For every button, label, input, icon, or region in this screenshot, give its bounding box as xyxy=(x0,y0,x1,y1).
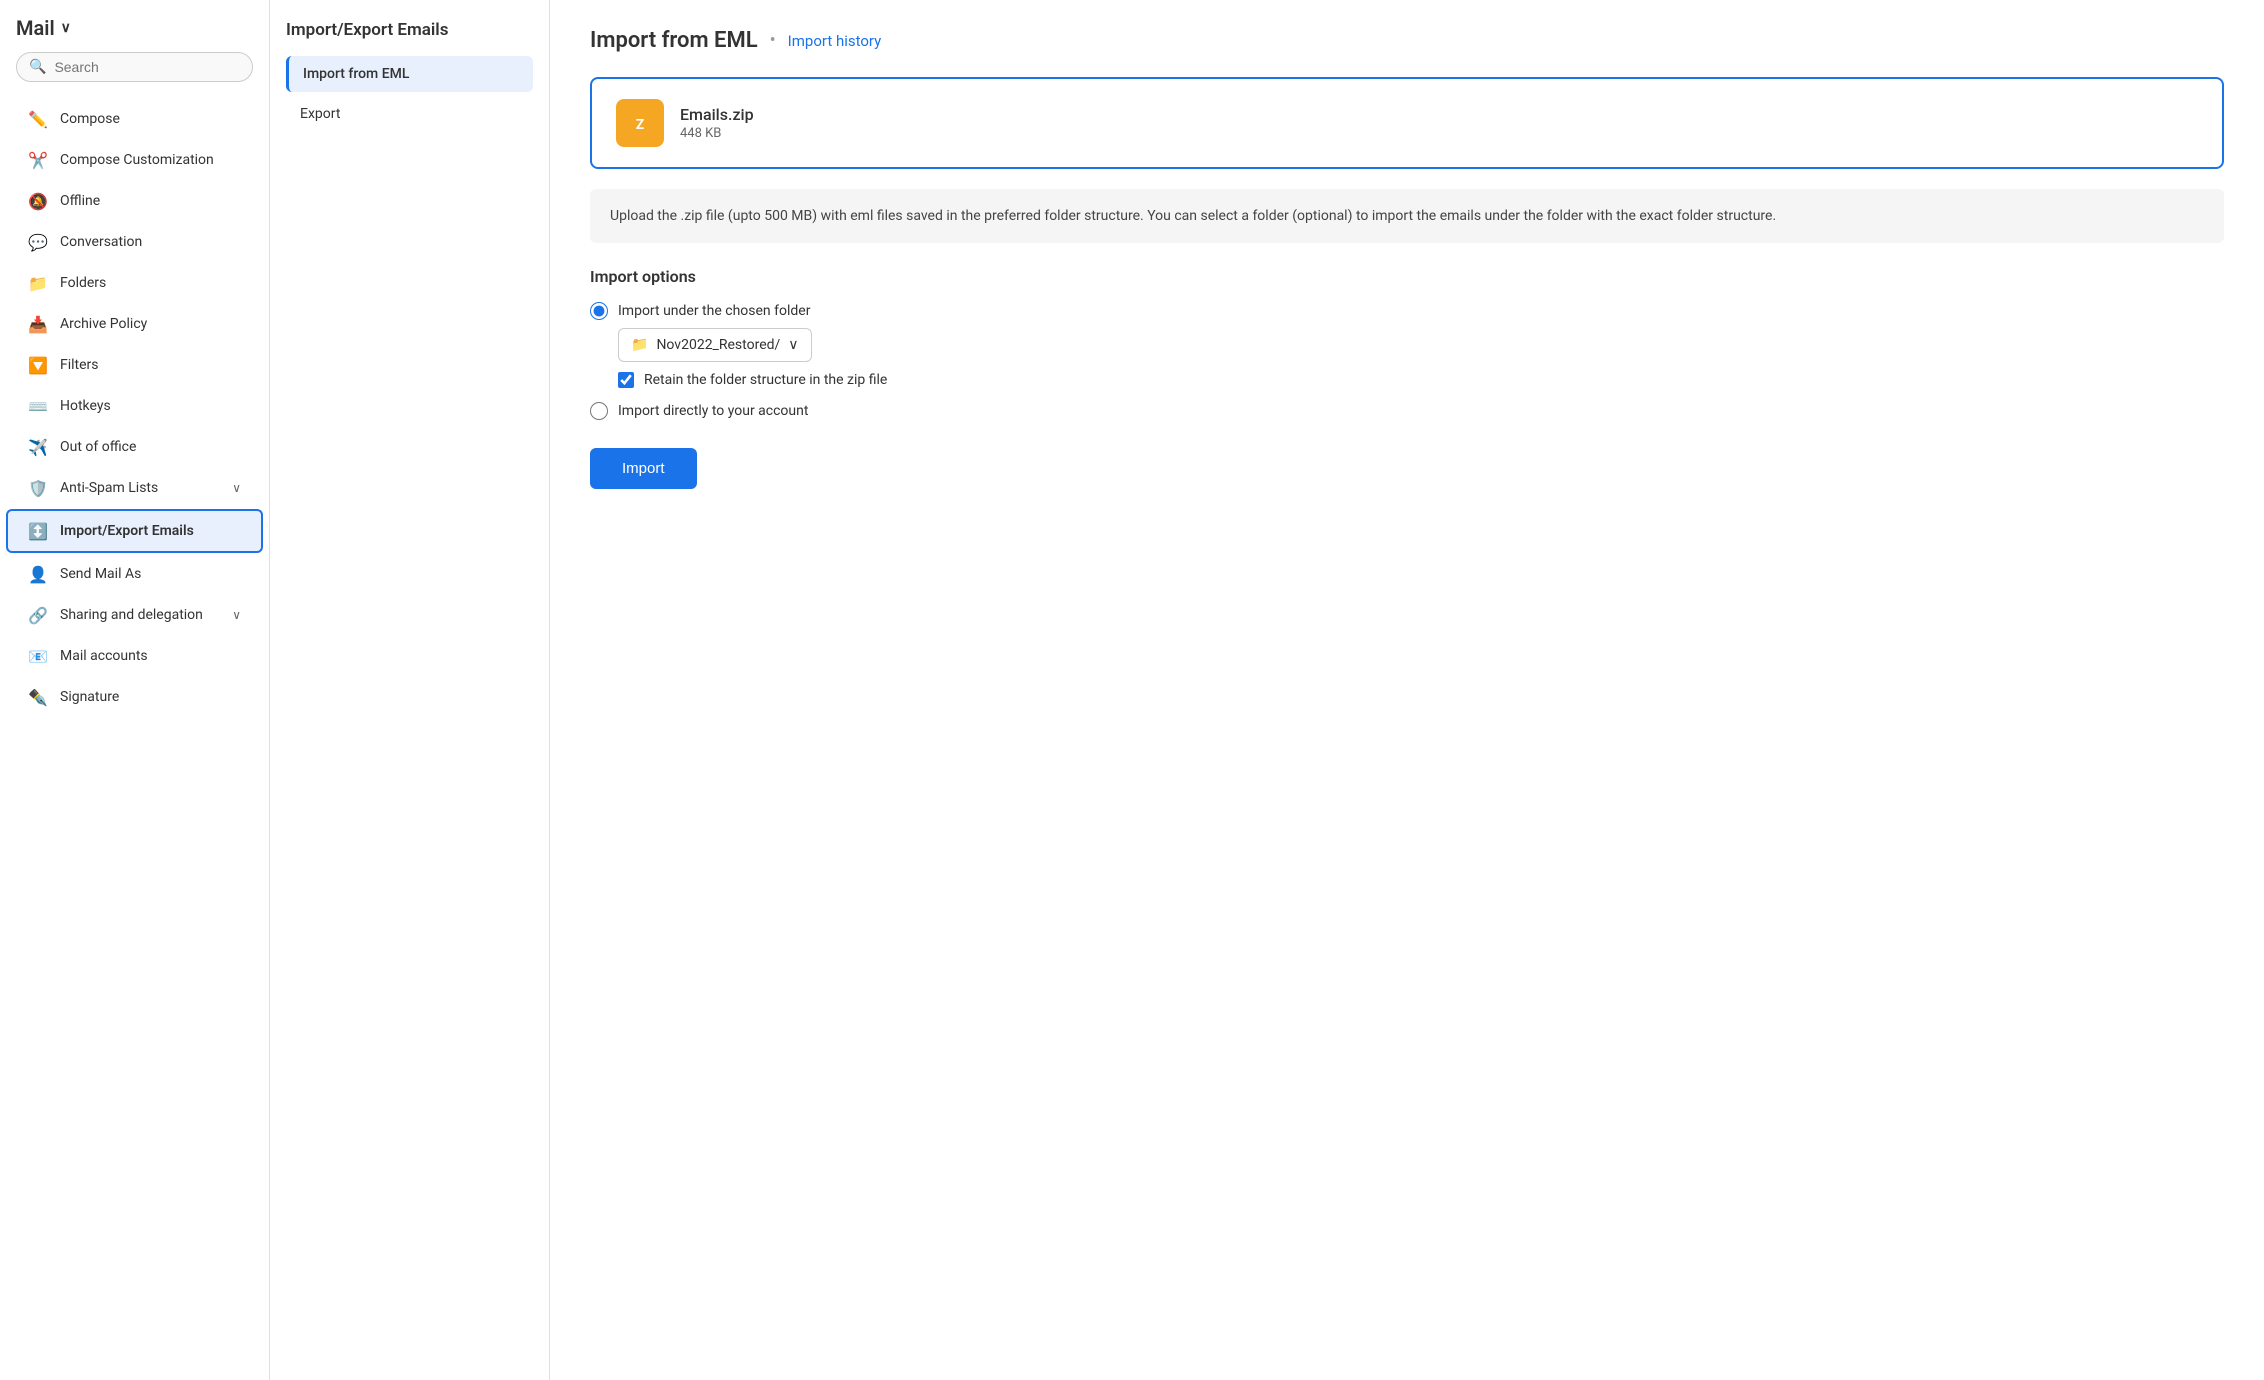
sidebar-item-filters[interactable]: 🔽 Filters xyxy=(8,345,261,385)
middle-panel: Import/Export Emails Import from EML Exp… xyxy=(270,0,550,1380)
file-name: Emails.zip xyxy=(680,105,754,124)
sidebar-item-compose[interactable]: ✏️ Compose xyxy=(8,99,261,139)
conversation-icon: 💬 xyxy=(28,232,48,252)
out-of-office-icon: ✈️ xyxy=(28,437,48,457)
file-info: Emails.zip 448 KB xyxy=(680,105,754,141)
sidebar-item-label: Anti-Spam Lists xyxy=(60,480,220,496)
file-upload-area[interactable]: Z Emails.zip 448 KB xyxy=(590,77,2224,169)
sidebar-item-label: Mail accounts xyxy=(60,648,241,664)
sidebar-item-mail-accounts[interactable]: 📧 Mail accounts xyxy=(8,636,261,676)
import-button[interactable]: Import xyxy=(590,448,697,489)
nav-list: ✏️ Compose ✂️ Compose Customization 🔕 Of… xyxy=(0,98,269,718)
sidebar-header: Mail ∨ 🔍 xyxy=(0,16,269,98)
sidebar-item-anti-spam[interactable]: 🛡️ Anti-Spam Lists ∨ xyxy=(8,468,261,508)
import-options-title: Import options xyxy=(590,267,2224,286)
sidebar-item-label: Hotkeys xyxy=(60,398,241,414)
radio-item-chosen-folder[interactable]: Import under the chosen folder xyxy=(590,302,2224,320)
import-options: Import options Import under the chosen f… xyxy=(590,267,2224,420)
signature-icon: ✒️ xyxy=(28,687,48,707)
radio-chosen-folder[interactable] xyxy=(590,302,608,320)
import-export-icon: ↕️ xyxy=(28,521,48,541)
file-size: 448 KB xyxy=(680,126,754,141)
svg-text:Z: Z xyxy=(636,117,645,133)
sharing-icon: 🔗 xyxy=(28,605,48,625)
sidebar-item-label: Compose xyxy=(60,111,241,127)
sidebar-item-out-of-office[interactable]: ✈️ Out of office xyxy=(8,427,261,467)
app-title[interactable]: Mail ∨ xyxy=(16,16,253,40)
sidebar-item-label: Sharing and delegation xyxy=(60,607,220,623)
option-chosen-folder: Import under the chosen folder 📁 Nov2022… xyxy=(590,302,2224,388)
retain-checkbox[interactable] xyxy=(618,372,634,388)
main-header: Import from EML • Import history xyxy=(590,28,2224,53)
chevron-down-icon: ∨ xyxy=(232,481,241,495)
sidebar-item-label: Signature xyxy=(60,689,241,705)
sidebar-item-label: Folders xyxy=(60,275,241,291)
radio-label-directly: Import directly to your account xyxy=(618,403,808,419)
radio-directly[interactable] xyxy=(590,402,608,420)
info-box: Upload the .zip file (upto 500 MB) with … xyxy=(590,189,2224,243)
middle-panel-title: Import/Export Emails xyxy=(286,20,533,40)
sidebar-item-folders[interactable]: 📁 Folders xyxy=(8,263,261,303)
sidebar-item-label: Compose Customization xyxy=(60,152,241,168)
sidebar-item-label: Send Mail As xyxy=(60,566,241,582)
radio-item-directly[interactable]: Import directly to your account xyxy=(590,402,2224,420)
sidebar-item-label: Offline xyxy=(60,193,241,209)
sub-nav-export[interactable]: Export xyxy=(286,96,533,132)
compose-customization-icon: ✂️ xyxy=(28,150,48,170)
folder-icon: 📁 xyxy=(631,337,648,353)
sidebar-item-label: Archive Policy xyxy=(60,316,241,332)
sub-nav-label: Export xyxy=(300,106,340,122)
send-mail-as-icon: 👤 xyxy=(28,564,48,584)
hotkeys-icon: ⌨️ xyxy=(28,396,48,416)
main-content: Import from EML • Import history Z Email… xyxy=(550,0,2264,1380)
retain-checkbox-row[interactable]: Retain the folder structure in the zip f… xyxy=(618,372,2224,388)
mail-accounts-icon: 📧 xyxy=(28,646,48,666)
sidebar: Mail ∨ 🔍 ✏️ Compose ✂️ Compose Customiza… xyxy=(0,0,270,1380)
retain-label: Retain the folder structure in the zip f… xyxy=(644,372,887,388)
sidebar-item-hotkeys[interactable]: ⌨️ Hotkeys xyxy=(8,386,261,426)
folder-dropdown[interactable]: 📁 Nov2022_Restored/ ∨ xyxy=(618,328,812,362)
radio-group: Import under the chosen folder 📁 Nov2022… xyxy=(590,302,2224,420)
zip-file-icon: Z xyxy=(616,99,664,147)
sidebar-item-label: Import/Export Emails xyxy=(60,523,241,539)
app-title-text: Mail xyxy=(16,16,55,40)
dot-separator: • xyxy=(770,30,776,51)
search-icon: 🔍 xyxy=(29,59,46,75)
app-title-chevron: ∨ xyxy=(61,20,71,36)
chevron-down-icon: ∨ xyxy=(232,608,241,622)
sidebar-item-archive-policy[interactable]: 📥 Archive Policy xyxy=(8,304,261,344)
sidebar-item-label: Out of office xyxy=(60,439,241,455)
archive-icon: 📥 xyxy=(28,314,48,334)
info-text: Upload the .zip file (upto 500 MB) with … xyxy=(610,208,1776,224)
search-input[interactable] xyxy=(54,59,240,75)
import-history-link[interactable]: Import history xyxy=(788,32,882,50)
offline-icon: 🔕 xyxy=(28,191,48,211)
anti-spam-icon: 🛡️ xyxy=(28,478,48,498)
compose-icon: ✏️ xyxy=(28,109,48,129)
sidebar-item-import-export[interactable]: ↕️ Import/Export Emails xyxy=(6,509,263,553)
sidebar-item-label: Filters xyxy=(60,357,241,373)
sidebar-item-offline[interactable]: 🔕 Offline xyxy=(8,181,261,221)
page-title: Import from EML xyxy=(590,28,758,53)
sidebar-item-compose-customization[interactable]: ✂️ Compose Customization xyxy=(8,140,261,180)
radio-label-chosen-folder: Import under the chosen folder xyxy=(618,303,810,319)
sidebar-item-label: Conversation xyxy=(60,234,241,250)
sidebar-item-conversation[interactable]: 💬 Conversation xyxy=(8,222,261,262)
folders-icon: 📁 xyxy=(28,273,48,293)
sub-nav-label: Import from EML xyxy=(303,66,409,82)
sidebar-item-sharing[interactable]: 🔗 Sharing and delegation ∨ xyxy=(8,595,261,635)
sidebar-item-send-mail-as[interactable]: 👤 Send Mail As xyxy=(8,554,261,594)
sidebar-item-signature[interactable]: ✒️ Signature xyxy=(8,677,261,717)
folder-chevron-icon: ∨ xyxy=(788,337,798,353)
folder-value: Nov2022_Restored/ xyxy=(656,337,780,353)
search-box[interactable]: 🔍 xyxy=(16,52,253,82)
sub-nav-import-eml[interactable]: Import from EML xyxy=(286,56,533,92)
filters-icon: 🔽 xyxy=(28,355,48,375)
